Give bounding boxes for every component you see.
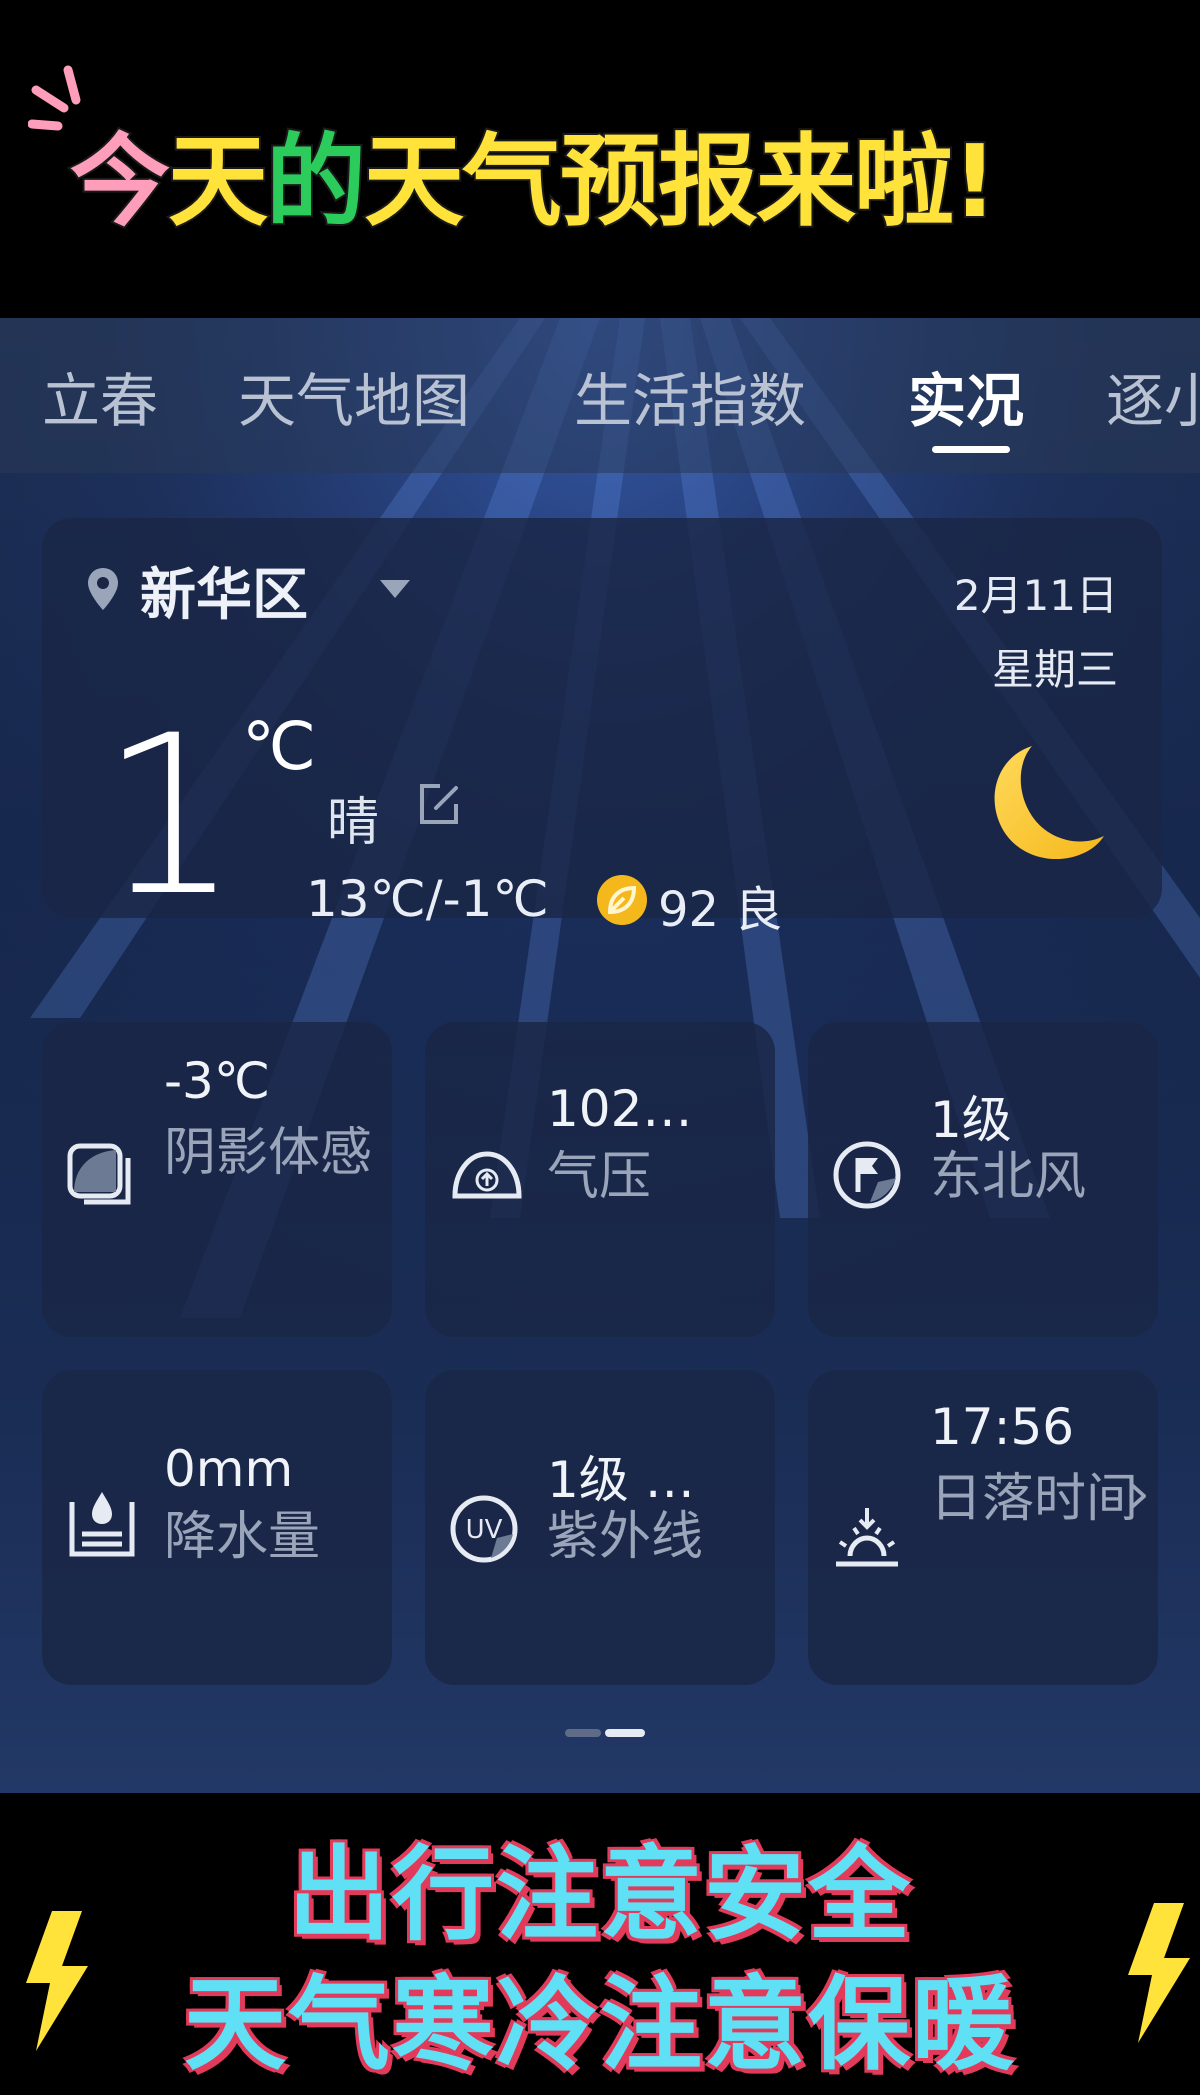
edit-icon[interactable] bbox=[414, 780, 464, 830]
tab-lichun[interactable]: 立春 bbox=[42, 354, 158, 438]
weekday-text: 星期三 bbox=[991, 645, 1118, 694]
tile-wind[interactable]: 1级 东北风 bbox=[808, 1022, 1158, 1337]
sunset-icon bbox=[836, 1508, 898, 1567]
tab-life-index[interactable]: 生活指数 bbox=[574, 354, 806, 438]
banner-char: 报 bbox=[656, 121, 760, 242]
uv-icon: UV bbox=[450, 1495, 518, 1563]
location-pin-icon bbox=[88, 568, 118, 610]
weather-app: 立春 天气地图 生活指数 实况 逐小 新华区 2月11日 星期三 1 ℃ 晴 1… bbox=[0, 318, 1200, 1793]
sunset-time-value: 17:56 bbox=[930, 1398, 1075, 1456]
tile-uv[interactable]: UV 1级 … 紫外线 bbox=[425, 1370, 775, 1685]
precipitation-icon bbox=[69, 1492, 135, 1557]
banner-char: 来 bbox=[754, 121, 858, 242]
tile-precipitation[interactable]: 0mm 降水量 bbox=[42, 1370, 392, 1685]
current-temperature: 1 bbox=[100, 688, 240, 944]
feels-like-label: 阴影体感 bbox=[164, 1123, 373, 1183]
chevron-down-icon[interactable] bbox=[378, 578, 412, 600]
location-name[interactable]: 新华区 bbox=[140, 550, 308, 631]
weather-condition: 晴 bbox=[327, 793, 380, 853]
active-tab-indicator bbox=[932, 446, 1010, 453]
page-indicator bbox=[565, 1729, 645, 1737]
tab-weather-map[interactable]: 天气地图 bbox=[238, 354, 470, 438]
banner-char: ! bbox=[950, 121, 1000, 242]
tab-hourly[interactable]: 逐小 bbox=[1106, 354, 1200, 438]
banner-char: 天 bbox=[362, 121, 466, 242]
tile-sunset[interactable]: 17:56 日落时间 › bbox=[808, 1370, 1158, 1685]
tile-pressure[interactable]: 102… 气压 bbox=[425, 1022, 775, 1337]
banner-char: 啦 bbox=[852, 121, 956, 242]
wind-direction-label: 东北风 bbox=[930, 1147, 1087, 1207]
uv-label: 紫外线 bbox=[547, 1507, 704, 1567]
date-text: 2月11日 bbox=[953, 571, 1118, 620]
tab-live[interactable]: 实况 bbox=[908, 354, 1024, 438]
feels-like-icon bbox=[67, 1143, 131, 1205]
current-weather-card: 新华区 2月11日 星期三 1 ℃ 晴 13℃/-1℃ 92 良 bbox=[42, 518, 1162, 938]
sunset-label: 日落时间 bbox=[930, 1469, 1139, 1529]
precipitation-label: 降水量 bbox=[164, 1507, 321, 1567]
pressure-value: 102… bbox=[547, 1080, 693, 1138]
wind-flag-icon bbox=[833, 1141, 901, 1209]
banner-line-2: 天气寒冷注意保暖 bbox=[184, 1966, 1016, 2085]
lightning-bolt-icon bbox=[1128, 1903, 1190, 2043]
bottom-banner: 出行注意安全 天气寒冷注意保暖 bbox=[0, 1793, 1200, 2095]
temperature-range: 13℃/-1℃ bbox=[306, 870, 549, 928]
svg-text:UV: UV bbox=[466, 1515, 503, 1545]
temperature-unit: ℃ bbox=[242, 708, 317, 785]
banner-char: 预 bbox=[558, 121, 662, 242]
banner-title: 今天的天气预报来啦! bbox=[68, 100, 1000, 245]
tab-bar: 立春 天气地图 生活指数 实况 逐小 bbox=[0, 318, 1200, 473]
lightning-bolt-icon bbox=[26, 1911, 88, 2051]
banner-char: 今 bbox=[68, 121, 172, 242]
banner-char: 天 bbox=[166, 121, 270, 242]
pressure-label: 气压 bbox=[547, 1147, 652, 1207]
leaf-aqi-icon bbox=[597, 875, 647, 925]
feels-like-value: -3℃ bbox=[164, 1052, 271, 1110]
pressure-gauge-icon bbox=[452, 1151, 522, 1199]
banner-char: 气 bbox=[460, 121, 564, 242]
moon-icon bbox=[994, 746, 1104, 860]
top-banner: 今天的天气预报来啦! bbox=[0, 0, 1200, 318]
tile-feels-like[interactable]: -3℃ 阴影体感 bbox=[42, 1022, 392, 1337]
banner-line-1: 出行注意安全 bbox=[288, 1836, 912, 1955]
banner-char: 的 bbox=[264, 121, 368, 242]
chevron-right-icon: › bbox=[1128, 1462, 1150, 1525]
precipitation-value: 0mm bbox=[164, 1440, 294, 1498]
air-quality[interactable]: 92 良 bbox=[658, 870, 782, 940]
